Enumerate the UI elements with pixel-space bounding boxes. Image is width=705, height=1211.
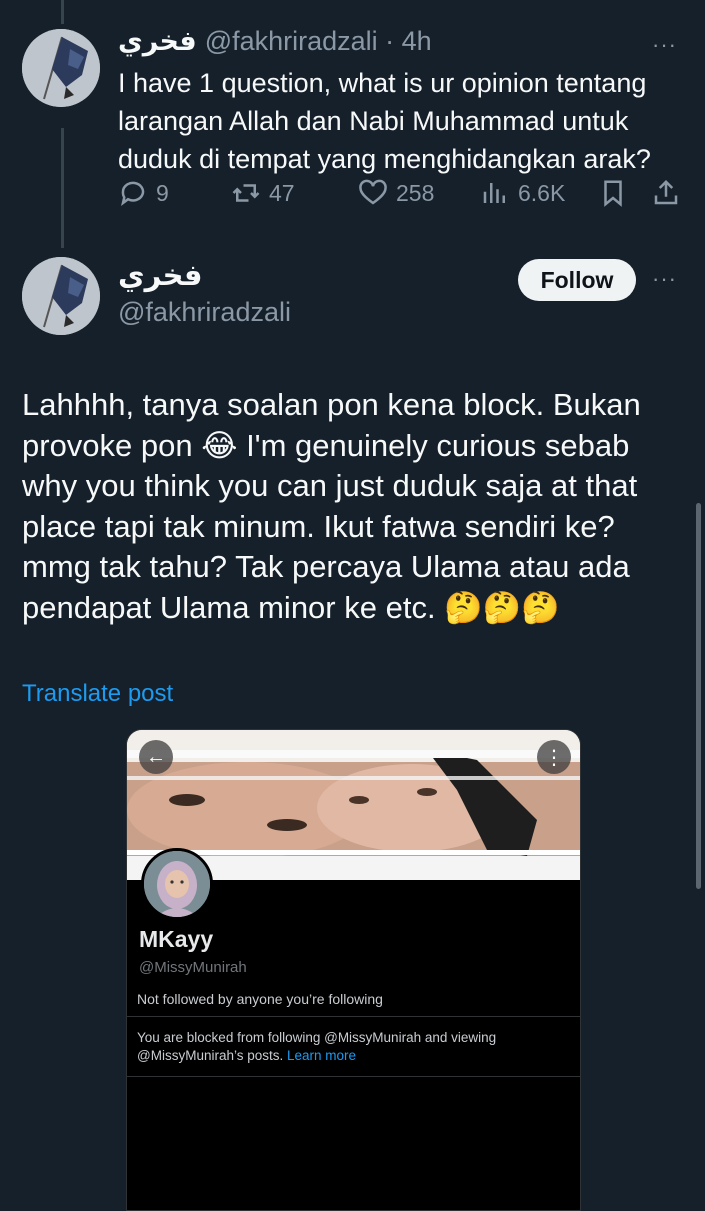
blocked-profile-name: MKayy <box>139 926 214 952</box>
follow-button[interactable]: Follow <box>518 259 636 301</box>
hijab-avatar-photo <box>144 851 210 917</box>
share-icon <box>654 179 678 205</box>
card-divider <box>127 1016 580 1017</box>
like-icon <box>359 179 387 205</box>
scrollbar[interactable] <box>696 503 701 889</box>
thread-line-top <box>61 0 64 24</box>
blocked-profile-handle: @MissyMunirah <box>139 959 247 976</box>
views-count: 6.6K <box>518 179 566 206</box>
reply-action-bar: 9 47 258 6.6K <box>118 178 688 212</box>
not-followed-note: Not followed by anyone you’re following <box>137 991 383 1007</box>
blocked-message: You are blocked from following @MissyMun… <box>137 1029 537 1065</box>
reply-button[interactable]: 9 <box>118 178 169 208</box>
reply-author-line: فخري @fakhriradzali · 4h <box>118 26 432 57</box>
views-icon <box>483 183 505 203</box>
share-button[interactable] <box>651 178 689 208</box>
views-button[interactable]: 6.6K <box>480 178 565 208</box>
thread-line-connector <box>61 128 64 248</box>
reply-more-icon[interactable]: ··· <box>652 34 677 56</box>
post-author-name[interactable]: فخري <box>118 258 203 293</box>
card-divider <box>127 1076 580 1077</box>
like-count: 258 <box>396 179 435 206</box>
repost-icon <box>232 184 260 202</box>
translate-post-link[interactable]: Translate post <box>22 680 173 708</box>
reply-text: I have 1 question, what is ur opinion te… <box>118 68 651 174</box>
learn-more-link[interactable]: Learn more <box>287 1048 356 1063</box>
blocked-profile-avatar <box>141 848 213 920</box>
repost-count: 47 <box>269 179 295 206</box>
flag-avatar-image <box>22 257 100 335</box>
bookmark-button[interactable] <box>598 178 636 208</box>
flag-avatar-image <box>22 29 100 107</box>
post-author-avatar[interactable] <box>22 257 100 335</box>
like-button[interactable]: 258 <box>358 178 434 208</box>
kebab-menu-icon[interactable]: ⋮ <box>537 740 571 774</box>
repost-button[interactable]: 47 <box>231 178 295 208</box>
reply-count: 9 <box>156 179 169 206</box>
post-text: Lahhhh, tanya soalan pon kena block. Buk… <box>22 387 641 625</box>
reply-handle-time: @fakhriradzali · 4h <box>204 26 432 56</box>
reply-author-name[interactable]: فخري <box>118 26 197 56</box>
reply-icon <box>121 181 145 207</box>
post-more-icon[interactable]: ··· <box>652 268 677 290</box>
post-author-handle[interactable]: @fakhriradzali <box>118 297 291 328</box>
reply-author-avatar[interactable] <box>22 29 100 107</box>
attached-screenshot-image[interactable]: ← ⋮ MKayy @MissyMunirah Not followed by … <box>126 729 581 1211</box>
bookmark-icon <box>604 180 622 207</box>
back-arrow-icon[interactable]: ← <box>139 740 173 774</box>
